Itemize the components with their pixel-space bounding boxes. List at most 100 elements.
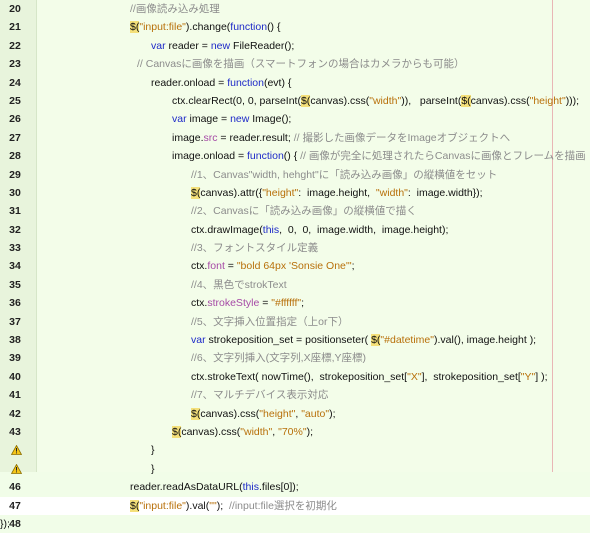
- line-number: 47: [9, 499, 21, 512]
- code-token: new: [210, 39, 231, 52]
- code-token: () {: [267, 21, 281, 34]
- code-text: //2、Canvasに「読み込み画像」の縦横値で描く: [191, 202, 417, 220]
- code-token: Image();: [249, 113, 292, 126]
- code-text: reader.onload = function(evt) {: [151, 74, 291, 92]
- line-number: 40: [9, 370, 21, 383]
- line-number: 25: [9, 94, 21, 107]
- code-token: var: [191, 334, 206, 347]
- code-line[interactable]: 32 ctx.drawImage(this, 0, 0, image.width,…: [0, 221, 590, 239]
- code-text: image.src = reader.result; // 撮影した画像データを…: [172, 129, 510, 147]
- code-token: "#ffffff": [271, 297, 302, 310]
- code-line[interactable]: 26 var image = new Image();: [0, 110, 590, 128]
- code-text: }: [151, 460, 155, 478]
- code-line[interactable]: 35 //4、黒色でstrokText: [0, 276, 590, 294]
- code-token: // 画像が完全に処理されたらCanvasに画像とフレームを描画: [300, 150, 586, 163]
- code-line[interactable]: 48});: [0, 515, 590, 533]
- code-token: );: [306, 425, 313, 438]
- code-text: var strokeposition_set = positionseter( …: [191, 331, 536, 349]
- code-line[interactable]: 29 //1、Canvas"width, hehght"に「読み込み画像」の縦横値…: [0, 166, 590, 184]
- line-number: 38: [9, 334, 21, 347]
- line-number: 20: [9, 3, 21, 15]
- code-token: "width": [375, 186, 408, 199]
- code-line[interactable]: 39 //6、文字列挿入(文字列,X座標,Y座標): [0, 349, 590, 367]
- code-token: $(: [130, 21, 140, 34]
- code-token: ctx.strokeText( nowTime(), strokepositio…: [191, 370, 408, 383]
- code-line[interactable]: 22 var reader = new FileReader();: [0, 37, 590, 55]
- code-token: "height": [529, 94, 566, 107]
- code-line[interactable]: 31 //2、Canvasに「読み込み画像」の縦横値で描く: [0, 202, 590, 220]
- code-text: }: [151, 441, 155, 459]
- code-token: "height": [259, 407, 296, 420]
- code-line[interactable]: 38 var strokeposition_set = positionseter…: [0, 331, 590, 349]
- line-number: 39: [9, 352, 21, 365]
- code-token: "height": [262, 186, 299, 199]
- code-line[interactable]: 25 ctx.clearRect(0, 0, parseInt($(canvas)…: [0, 92, 590, 110]
- code-token: reader =: [165, 39, 211, 52]
- code-token: ] );: [535, 370, 548, 383]
- code-token: function: [247, 150, 284, 163]
- code-token: ctx.clearRect(0, 0, parseInt(: [172, 94, 301, 107]
- code-line[interactable]: 43 $(canvas).css("width", "70%");: [0, 423, 590, 441]
- code-token: var: [172, 113, 187, 126]
- line-number: 33: [9, 242, 21, 255]
- code-line[interactable]: 42 $(canvas).css("height", "auto");: [0, 405, 590, 423]
- line-number: 21: [9, 21, 21, 34]
- line-number: 41: [9, 389, 21, 402]
- code-line[interactable]: 47 $("input:file").val(""); //input:file選…: [0, 496, 590, 515]
- code-token: ctx.: [191, 260, 208, 273]
- code-line[interactable]: 37 //5、文字挿入位置指定（上or下）: [0, 313, 590, 331]
- code-text: ctx.strokeText( nowTime(), strokepositio…: [191, 368, 548, 386]
- code-line[interactable]: 40 ctx.strokeText( nowTime(), strokeposit…: [0, 368, 590, 386]
- code-token: //6、文字列挿入(文字列,X座標,Y座標): [191, 352, 367, 365]
- code-token: new: [230, 113, 250, 126]
- code-token: strokeposition_set = positionseter(: [205, 334, 372, 347]
- code-token: $(: [191, 186, 201, 199]
- code-line[interactable]: 33 //3、フォントスタイル定義: [0, 239, 590, 257]
- line-number: 26: [9, 113, 21, 126]
- code-line[interactable]: 36 ctx.strokeStyle = "#ffffff";: [0, 294, 590, 312]
- code-token: //3、フォントスタイル定義: [191, 242, 319, 255]
- code-token: ctx.: [191, 297, 208, 310]
- code-token: $(: [300, 94, 311, 107]
- code-text: //6、文字列挿入(文字列,X座標,Y座標): [191, 349, 366, 367]
- code-token: //7、マルチデバイス表示対応: [191, 389, 329, 402]
- code-line[interactable]: 34 ctx.font = "bold 64px 'Sonsie One'";: [0, 257, 590, 275]
- code-line[interactable]: 23 // Canvasに画像を描画（スマートフォンの場合はカメラからも可能）: [0, 55, 590, 73]
- code-line[interactable]: 41 //7、マルチデバイス表示対応: [0, 386, 590, 404]
- code-token: "": [209, 499, 217, 512]
- code-line[interactable]: 28 image.onload = function() { // 画像が完全に処…: [0, 147, 590, 165]
- code-token: );: [216, 499, 229, 512]
- code-token: //画像読み込み処理: [130, 3, 220, 15]
- warning-icon[interactable]: [11, 445, 22, 456]
- line-number: 43: [9, 425, 21, 438]
- code-text: //3、フォントスタイル定義: [191, 239, 318, 257]
- code-line[interactable]: 24 reader.onload = function(evt) {: [0, 74, 590, 92]
- warning-icon[interactable]: [11, 463, 22, 474]
- code-token: "X": [407, 370, 422, 383]
- code-token: );: [329, 407, 336, 420]
- code-token: ;: [351, 260, 355, 273]
- line-number: 31: [9, 205, 21, 218]
- code-token: this: [242, 481, 259, 494]
- code-line[interactable]: 20 //画像読み込み処理: [0, 0, 590, 18]
- code-token: function: [230, 21, 268, 34]
- code-editor[interactable]: 20//画像読み込み処理 21 $("input:file").change(fun…: [0, 0, 590, 530]
- code-token: canvas).css(: [181, 425, 241, 438]
- line-number: 24: [9, 76, 21, 89]
- code-token: () {: [283, 150, 301, 163]
- code-token: ctx.drawImage(: [191, 223, 263, 236]
- line-number: 35: [9, 278, 21, 291]
- code-token: "auto": [301, 407, 330, 420]
- code-line[interactable]: 27 image.src = reader.result; // 撮影した画像デー…: [0, 129, 590, 147]
- code-line[interactable]: 30 $(canvas).attr({"height": image.height…: [0, 184, 590, 202]
- line-number: 28: [9, 150, 21, 163]
- code-line[interactable]: 46 reader.readAsDataURL(this.files[0]);: [0, 478, 590, 496]
- code-line[interactable]: }: [0, 460, 590, 478]
- code-line[interactable]: }: [0, 441, 590, 459]
- code-lines: 20//画像読み込み処理 21 $("input:file").change(fun…: [0, 0, 590, 533]
- code-text: $(canvas).attr({"height": image.height, …: [191, 184, 483, 202]
- code-token: $(: [172, 425, 182, 438]
- code-token: : image.width});: [407, 186, 483, 199]
- code-line[interactable]: 21 $("input:file").change(function() {: [0, 18, 590, 36]
- code-text: //7、マルチデバイス表示対応: [191, 386, 328, 404]
